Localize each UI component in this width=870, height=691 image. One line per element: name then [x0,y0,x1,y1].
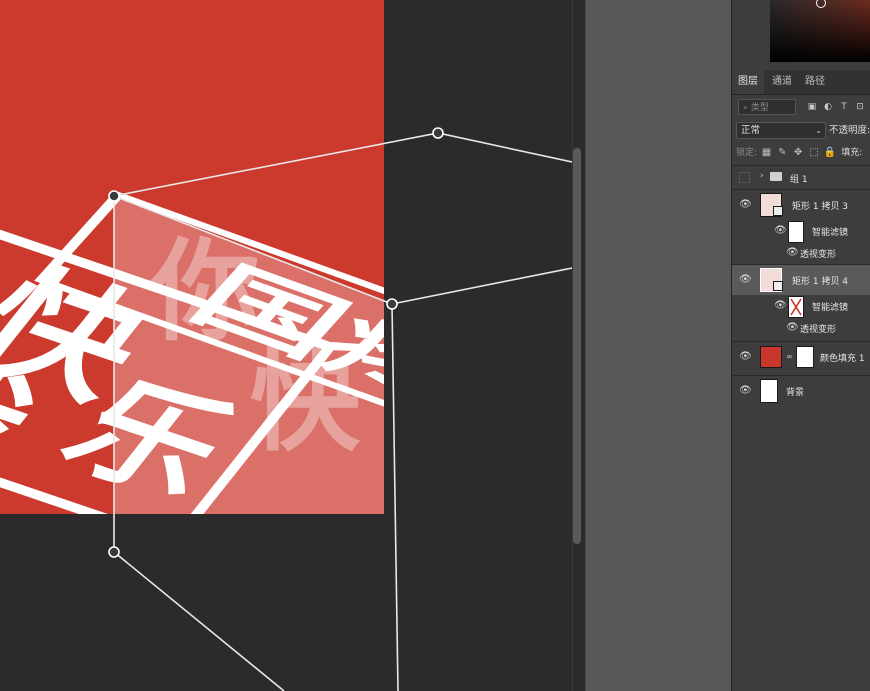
lock-position-icon[interactable]: ✥ [792,145,805,161]
layer-name: 智能滤镜 [812,303,849,313]
layer-mask-thumbnail [796,346,814,368]
blend-mode-select[interactable]: 正常 ⌄ [736,122,826,139]
layers-panel: 图层 通道 路径 ⌕ 类型 ▣ ◐ T ⊡ 正常 ⌄ 不透明度: 锁定: ▦ ✎… [731,0,870,691]
document-canvas[interactable]: 快 我 乐 国 疼 你 快 [0,0,572,691]
layer-thumbnail [760,379,778,403]
eye-icon[interactable]: 👁 [739,351,752,363]
eye-icon[interactable]: 👁 [774,225,787,237]
smart-object-badge-icon [773,281,783,291]
lock-transparent-icon[interactable]: ▦ [760,145,773,161]
artwork-glyph-6: 你 [149,228,260,356]
folder-icon [770,172,782,181]
opacity-label: 不透明度: [829,125,870,136]
layer-name: 智能滤镜 [812,228,849,238]
chevron-down-icon: ⌄ [815,126,822,135]
layer-row-perspective-warp[interactable]: 👁 透视变形 [732,243,870,263]
canvas-scrollbar-thumb[interactable] [573,148,581,544]
lock-artboard-icon[interactable]: ⬚ [808,145,821,161]
link-icon[interactable]: ∞ [786,352,793,361]
eye-icon[interactable]: 👁 [786,247,799,259]
eye-icon[interactable]: 👁 [739,199,752,211]
tab-paths[interactable]: 路径 [799,70,831,94]
layer-name: 颜色填充 1 [820,354,865,364]
layer-name: 组 1 [790,175,808,185]
layer-name: 矩形 1 拷贝 3 [792,202,849,212]
layer-row-color-fill[interactable]: 👁 ∞ 颜色填充 1 [732,341,870,372]
layer-row-group-1[interactable]: › 组 1 [732,165,870,190]
lock-row: 锁定: ▦ ✎ ✥ ⬚ 🔒 填充: [736,145,870,161]
layer-name: 透视变形 [800,325,837,335]
layer-row-background[interactable]: 👁 背景 [732,375,870,406]
adjustment-filter-icon[interactable]: ◐ [822,101,834,113]
panel-tabs: 图层 通道 路径 [732,70,870,95]
layer-row-smart-filter[interactable]: 👁 智能滤镜 [732,294,870,318]
tab-channels[interactable]: 通道 [766,70,798,94]
blend-row: 正常 ⌄ 不透明度: [736,122,870,140]
blend-mode-value: 正常 [741,125,761,136]
transform-handle-top-left[interactable] [108,190,120,202]
visibility-off-icon[interactable] [739,172,750,183]
chevron-right-icon[interactable]: › [760,171,764,181]
transform-handle-bottom-left[interactable] [108,546,120,558]
lock-all-icon[interactable]: 🔒 [823,145,836,161]
disabled-mask-icon [790,298,802,316]
workspace-gutter [585,0,732,691]
tab-layers[interactable]: 图层 [732,70,764,94]
eye-icon[interactable]: 👁 [786,322,799,334]
filter-mask-thumbnail [788,296,804,318]
search-icon: ⌕ [743,103,749,113]
layer-name: 背景 [786,388,805,398]
layer-filter-row: ⌕ 类型 ▣ ◐ T ⊡ [736,99,870,117]
lock-label: 锁定: [736,148,758,158]
artwork: 快 我 乐 国 疼 你 快 [0,0,572,691]
layer-row-perspective-warp[interactable]: 👁 透视变形 [732,318,870,338]
color-picker-field[interactable] [770,0,870,62]
image-filter-icon[interactable]: ▣ [806,101,818,113]
eye-icon[interactable]: 👁 [739,385,752,397]
layer-name: 透视变形 [800,250,837,260]
layer-row-rect-copy-3[interactable]: 👁 矩形 1 拷贝 3 [732,189,870,220]
filter-mask-thumbnail [788,221,804,243]
smart-object-badge-icon [773,206,783,216]
lock-image-icon[interactable]: ✎ [776,145,789,161]
layer-row-smart-filter[interactable]: 👁 智能滤镜 [732,219,870,243]
layer-kind-filter[interactable]: ⌕ 类型 [738,99,796,115]
eye-icon[interactable]: 👁 [774,300,787,312]
type-filter-icon[interactable]: T [838,101,850,113]
color-picker-ring[interactable] [816,0,826,8]
transform-handle-mid[interactable] [386,298,398,310]
layer-row-rect-copy-4[interactable]: 👁 矩形 1 拷贝 4 [732,264,870,295]
eye-icon[interactable]: 👁 [739,274,752,286]
artwork-glyph-7: 快 [250,338,361,466]
transform-handle-top-right[interactable] [432,127,444,139]
fill-label: 填充: [841,148,863,158]
filter-kind-label: 类型 [750,103,769,113]
fill-color-thumbnail [760,346,782,368]
layer-name: 矩形 1 拷贝 4 [792,277,849,287]
shape-filter-icon[interactable]: ⊡ [854,101,866,113]
